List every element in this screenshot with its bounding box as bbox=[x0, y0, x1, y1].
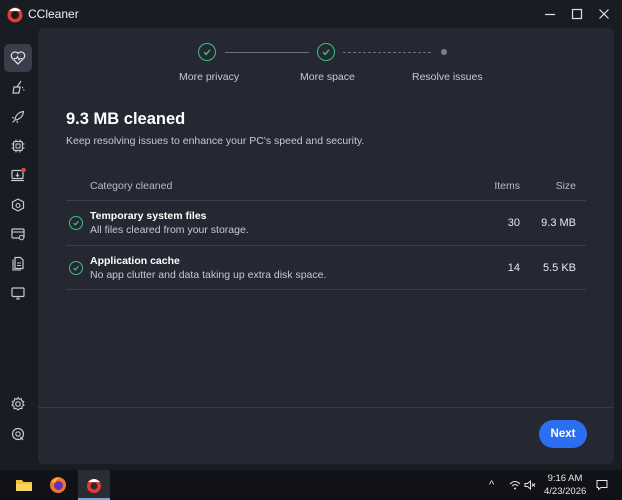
footer-divider bbox=[38, 407, 614, 408]
row-size: 9.3 MB bbox=[541, 217, 576, 229]
column-header-items: Items bbox=[494, 180, 520, 192]
sidebar-item-files[interactable] bbox=[4, 249, 32, 277]
sidebar-item-performance[interactable] bbox=[4, 103, 32, 131]
ccleaner-icon[interactable] bbox=[84, 475, 104, 495]
step-connector-1 bbox=[225, 52, 309, 53]
progress-steps: More privacy More space Resolve issues bbox=[38, 28, 614, 108]
step-2-check-icon bbox=[317, 43, 335, 61]
gear-icon bbox=[11, 396, 25, 411]
title-bar: CCleaner bbox=[0, 0, 622, 28]
software-updater-icon bbox=[11, 167, 26, 182]
files-icon bbox=[12, 256, 24, 271]
close-icon bbox=[599, 9, 609, 19]
minimize-icon bbox=[545, 13, 555, 16]
chevron-up-icon[interactable]: ^ bbox=[489, 479, 494, 491]
row-size: 5.5 KB bbox=[542, 262, 576, 274]
sidebar-item-pc-health[interactable] bbox=[4, 279, 32, 307]
monitor-icon bbox=[11, 287, 25, 300]
clock-date[interactable]: 4/23/2026 bbox=[544, 486, 586, 497]
health-check-heart-icon bbox=[10, 51, 26, 65]
firefox-icon[interactable] bbox=[48, 475, 68, 495]
wifi-icon[interactable] bbox=[509, 480, 521, 490]
step-3-label: Resolve issues bbox=[412, 71, 483, 83]
notification-icon[interactable] bbox=[596, 479, 608, 491]
sidebar-item-settings[interactable] bbox=[4, 390, 32, 418]
column-header-size: Size bbox=[555, 180, 576, 192]
row-items-count: 30 bbox=[507, 217, 520, 229]
page-title: 9.3 MB cleaned bbox=[66, 110, 186, 128]
table-row: Temporary system files All files cleared… bbox=[66, 200, 586, 245]
clock-time[interactable]: 9:16 AM bbox=[544, 473, 586, 484]
sidebar-item-privacy[interactable] bbox=[4, 191, 32, 219]
step-3-pending-dot bbox=[441, 49, 447, 55]
minimize-button[interactable] bbox=[540, 4, 560, 24]
performance-rocket-icon bbox=[11, 110, 25, 124]
table-row: Application cache No app clutter and dat… bbox=[66, 245, 586, 290]
window-title: CCleaner bbox=[28, 7, 79, 21]
sidebar-item-help[interactable] bbox=[4, 420, 32, 448]
sidebar-item-software-updater[interactable] bbox=[4, 161, 32, 189]
privacy-eye-icon bbox=[11, 198, 25, 212]
step-1-check-icon bbox=[198, 43, 216, 61]
row-items-count: 14 bbox=[507, 262, 520, 274]
ccleaner-logo-icon bbox=[7, 7, 23, 23]
file-explorer-icon[interactable] bbox=[14, 475, 34, 495]
row-title: Application cache bbox=[90, 255, 180, 267]
maximize-icon bbox=[571, 8, 583, 20]
taskbar: ^ 9:16 AM 4/23/2026 bbox=[0, 470, 622, 500]
sidebar-item-driver-updater[interactable] bbox=[4, 132, 32, 160]
volume-muted-icon[interactable] bbox=[524, 480, 536, 490]
main-panel: More privacy More space Resolve issues 9… bbox=[38, 28, 614, 464]
next-button[interactable]: Next bbox=[539, 420, 587, 448]
custom-clean-broom-icon bbox=[12, 80, 25, 94]
sidebar-item-custom-clean[interactable] bbox=[4, 73, 32, 101]
sidebar bbox=[0, 36, 36, 470]
sidebar-item-registry[interactable] bbox=[4, 220, 32, 248]
help-icon bbox=[11, 427, 25, 441]
ccleaner-window: CCleaner More privacy More space Resolve… bbox=[0, 0, 622, 470]
success-check-icon bbox=[69, 216, 83, 230]
column-header-category: Category cleaned bbox=[90, 180, 173, 192]
page-subtitle: Keep resolving issues to enhance your PC… bbox=[66, 135, 365, 147]
success-check-icon bbox=[69, 261, 83, 275]
close-button[interactable] bbox=[594, 4, 614, 24]
step-2-label: More space bbox=[300, 71, 355, 83]
driver-chip-icon bbox=[11, 139, 25, 153]
row-description: No app clutter and data taking up extra … bbox=[90, 269, 327, 281]
row-description: All files cleared from your storage. bbox=[90, 224, 249, 236]
step-1-label: More privacy bbox=[179, 71, 240, 83]
maximize-button[interactable] bbox=[567, 4, 587, 24]
row-title: Temporary system files bbox=[90, 210, 207, 222]
registry-icon bbox=[11, 228, 25, 241]
sidebar-item-health-check[interactable] bbox=[4, 44, 32, 72]
step-connector-2 bbox=[343, 52, 431, 53]
